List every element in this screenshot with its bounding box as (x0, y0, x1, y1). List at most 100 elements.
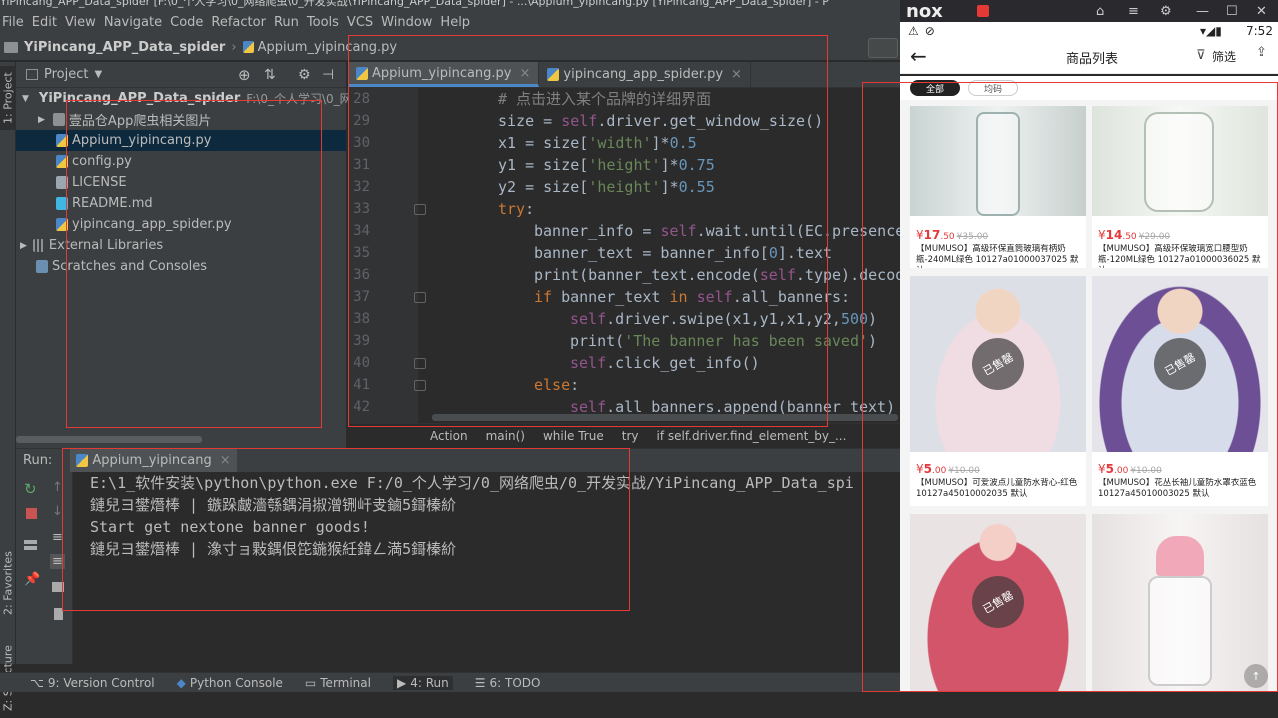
layout-icon[interactable] (24, 540, 37, 550)
product-price: ¥5.00 ¥10.00 (916, 462, 980, 476)
run-panel-header: Run: Appium_yipincang × (16, 448, 900, 473)
product-card[interactable]: 已售罄 ¥5.00 ¥10.00 【MUMUSO】花丛长袖儿童防水罩衣蓝色 101… (1092, 276, 1268, 506)
crumb[interactable]: try (622, 429, 639, 443)
bottom-tool-bar: ⌥ 9: Version Control ◆ Python Console ▭ Ter… (0, 672, 900, 692)
tab-all[interactable]: 全部 (910, 80, 960, 96)
rerun-icon[interactable]: ↻ (24, 480, 37, 498)
back-arrow-icon[interactable]: ← (910, 44, 927, 68)
fold-marker-icon[interactable] (414, 204, 426, 215)
app-header: ← 商品列表 ⊽ 筛选 ⇪ (900, 40, 1278, 74)
tree-item-label: Appium_yipincang.py (72, 133, 212, 148)
navigation-bar: YiPincang_APP_Data_spider › Appium_yipin… (0, 34, 900, 61)
breadcrumb-project[interactable]: YiPincang_APP_Data_spider (24, 40, 225, 55)
product-card[interactable] (1092, 514, 1268, 692)
tab-label: 6: TODO (489, 675, 541, 690)
crumb[interactable]: Action (430, 429, 468, 443)
menu-window[interactable]: Window (379, 15, 438, 30)
scroll-to-top-button[interactable]: ↑ (1244, 664, 1268, 688)
hide-icon[interactable]: ⊣ (322, 67, 334, 83)
tree-item[interactable]: README.md (16, 193, 346, 214)
down-arrow-icon[interactable]: ↓ (52, 504, 63, 519)
tree-root[interactable]: ▼ YiPincang_APP_Data_spider F:\0_个人学习\0_… (16, 88, 364, 109)
tab-terminal[interactable]: ▭ Terminal (305, 676, 371, 690)
product-card[interactable]: 已售罄 (910, 514, 1086, 692)
stop-icon[interactable] (26, 508, 37, 519)
tab-project[interactable]: 1: Project (0, 66, 16, 130)
fold-marker-icon[interactable] (414, 358, 426, 369)
chevron-down-icon[interactable]: ▼ (94, 69, 102, 80)
close-icon[interactable]: × (731, 67, 742, 82)
line-number: 32 (353, 179, 370, 195)
close-icon[interactable]: × (220, 453, 231, 468)
menu-vcs[interactable]: VCS (345, 15, 379, 30)
filter-label[interactable]: 筛选 (1212, 48, 1236, 65)
tree-item-label: 壹品仓App爬虫相关图片 (68, 114, 212, 129)
breadcrumb-file[interactable]: Appium_yipincang.py (258, 40, 398, 55)
tree-external-libraries[interactable]: ▶ External Libraries (16, 235, 346, 256)
product-card[interactable]: ¥14.50 ¥29.00 【MUMUSO】高级环保玻璃宽口腰型奶瓶-120ML绿… (1092, 106, 1268, 268)
tree-item[interactable]: LICENSE (16, 172, 346, 193)
signal-icon: ▾◢▮ (1200, 24, 1222, 38)
code-line: else: (534, 376, 580, 394)
trash-icon[interactable] (54, 608, 63, 620)
menu-view[interactable]: View (63, 15, 102, 30)
fold-marker-icon[interactable] (414, 380, 426, 391)
tree-item[interactable]: ▶ 壹品仓App爬虫相关图片 (16, 109, 346, 130)
crumb[interactable]: if self.driver.find_element_by_... (656, 429, 846, 443)
tree-scratches[interactable]: Scratches and Consoles (16, 256, 346, 277)
menu-edit[interactable]: Edit (30, 15, 63, 30)
bottle-cap (1156, 536, 1204, 576)
menu-run[interactable]: Run (272, 15, 305, 30)
menu-help[interactable]: Help (438, 15, 476, 30)
alert-icon[interactable] (976, 5, 989, 17)
share-icon[interactable]: ⇪ (1256, 45, 1267, 60)
menu-navigate[interactable]: Navigate (102, 15, 168, 30)
up-arrow-icon[interactable]: ↑ (52, 480, 63, 495)
menu-tools[interactable]: Tools (305, 15, 345, 30)
code-line: banner_info = self.wait.until(EC.presenc… (534, 222, 905, 240)
gear-icon[interactable]: ⚙ (1160, 4, 1172, 19)
tab-appium-yipincang[interactable]: Appium_yipincang.py × (348, 62, 540, 87)
close-icon[interactable]: ✕ (1256, 4, 1267, 19)
product-card[interactable]: 已售罄 ¥5.00 ¥10.00 【MUMUSO】可爱波点儿童防水背心-红色 10… (910, 276, 1086, 506)
tab-run[interactable]: ▶ 4: Run (392, 675, 453, 690)
fold-marker-icon[interactable] (414, 292, 426, 303)
tree-item[interactable]: yipincang_app_spider.py (16, 214, 346, 235)
close-icon[interactable]: × (520, 66, 531, 81)
horizontal-scrollbar[interactable] (16, 436, 202, 443)
filter-icon[interactable]: ⊽ (1196, 48, 1206, 63)
tab-favorites[interactable]: 2: Favorites (0, 540, 16, 626)
tree-item[interactable]: config.py (16, 151, 346, 172)
tree-item[interactable]: Appium_yipincang.py (16, 130, 346, 151)
menu-code[interactable]: Code (168, 15, 209, 30)
wrap-icon[interactable]: ≡ (52, 530, 63, 545)
run-tab[interactable]: Appium_yipincang × (70, 448, 237, 473)
menu-icon[interactable]: ≡ (1128, 4, 1139, 19)
scroll-end-icon[interactable]: ≡ (50, 554, 65, 569)
crumb[interactable]: while True (543, 429, 604, 443)
crosshair-icon[interactable]: ⊕ (238, 66, 251, 84)
tab-one-size[interactable]: 均码 (968, 80, 1018, 96)
tab-todo[interactable]: ☰ 6: TODO (475, 676, 541, 690)
tab-yipincang-app-spider[interactable]: yipincang_app_spider.py × (539, 62, 751, 87)
tab-version-control[interactable]: ⌥ 9: Version Control (30, 676, 155, 690)
product-card[interactable]: ¥17.50 ¥35.00 【MUMUSO】高级环保直筒玻璃有柄奶瓶-240ML绿… (910, 106, 1086, 268)
menu-refactor[interactable]: Refactor (209, 15, 272, 30)
pin-icon[interactable]: 📌 (24, 572, 40, 587)
run-config-button[interactable] (868, 38, 898, 58)
python-icon: ◆ (176, 675, 186, 690)
collapse-icon[interactable]: ⇅ (264, 67, 276, 83)
gear-icon[interactable]: ⚙ (298, 67, 311, 83)
console-line: Start get nextone banner goods! (90, 518, 370, 536)
print-icon[interactable] (52, 582, 64, 592)
project-panel-title[interactable]: Project (44, 67, 88, 82)
home-icon[interactable]: ⌂ (1096, 4, 1104, 19)
tree-item-label: External Libraries (48, 238, 164, 253)
editor-hscrollbar[interactable] (432, 414, 898, 421)
maximize-icon[interactable]: ☐ (1226, 4, 1238, 19)
crumb[interactable]: main() (486, 429, 525, 443)
minimize-icon[interactable]: — (1196, 4, 1209, 19)
product-image (1092, 514, 1268, 692)
tab-python-console[interactable]: ◆ Python Console (177, 676, 283, 690)
menu-file[interactable]: File (0, 15, 30, 30)
